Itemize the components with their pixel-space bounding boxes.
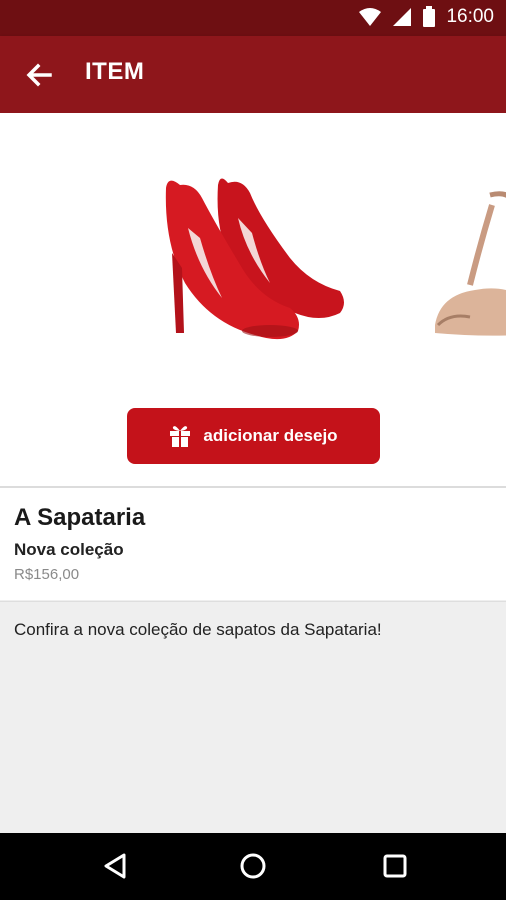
arrow-left-icon[interactable] — [22, 58, 56, 92]
page-title: ITEM — [85, 58, 145, 85]
nav-recents-icon[interactable] — [380, 851, 410, 881]
battery-icon — [423, 6, 436, 27]
nude-sandal-shoe-image — [435, 191, 506, 336]
nav-back-icon[interactable] — [100, 851, 130, 881]
description-section: Confira a nova coleção de sapatos da Sap… — [0, 601, 506, 833]
product-info: A Sapataria Nova coleção R$156,00 — [0, 488, 506, 600]
add-wish-button[interactable]: adicionar desejo — [127, 408, 380, 464]
product-image-carousel[interactable]: adicionar desejo — [0, 113, 506, 486]
status-time: 16:00 — [446, 6, 494, 27]
red-high-heel-shoes-image — [165, 178, 344, 340]
store-name: A Sapataria — [14, 504, 146, 531]
add-wish-label: adicionar desejo — [203, 426, 338, 445]
gift-icon — [170, 426, 191, 447]
status-bar: 16:00 — [0, 0, 506, 36]
nav-home-icon[interactable] — [238, 851, 268, 881]
collection-name: Nova coleção — [14, 540, 124, 559]
signal-icon — [393, 8, 412, 26]
system-nav-bar — [0, 833, 506, 900]
product-description: Confira a nova coleção de sapatos da Sap… — [14, 620, 382, 639]
app-bar: ITEM — [0, 36, 506, 113]
wifi-icon — [359, 8, 382, 26]
product-price: R$156,00 — [14, 566, 80, 583]
